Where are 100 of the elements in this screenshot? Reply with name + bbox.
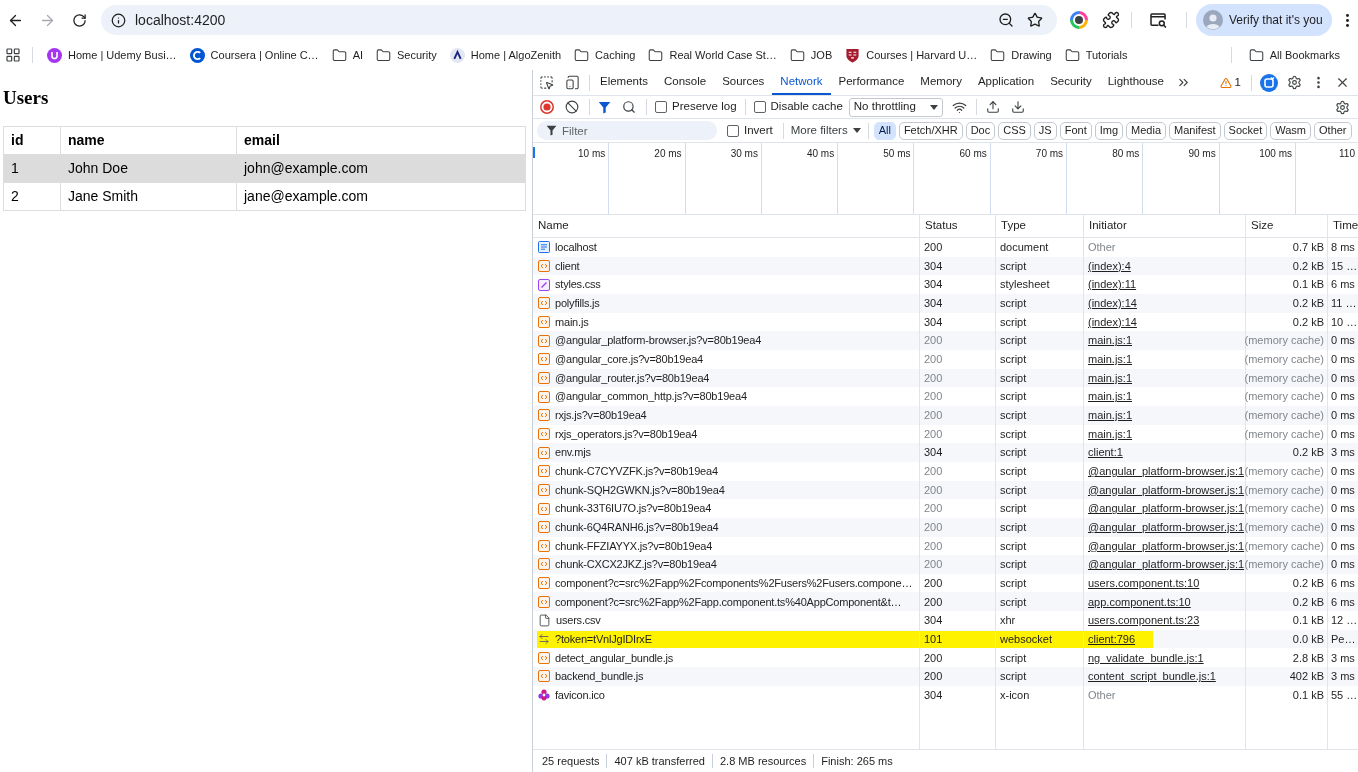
devtools-tab[interactable]: Sources xyxy=(714,70,773,95)
initiator-link[interactable]: @angular_platform-browser.js:1 xyxy=(1088,500,1245,517)
checkbox-label[interactable]: Preserve log xyxy=(672,98,737,116)
bookmark-link[interactable]: Caching xyxy=(595,46,636,64)
request-name[interactable]: @angular_common_http.js?v=80b19ea4 xyxy=(555,388,747,405)
upload-icon[interactable] xyxy=(985,100,1000,114)
initiator-link[interactable]: (index):14 xyxy=(1088,295,1137,312)
request-name[interactable]: chunk-FFZIAYYX.js?v=80b19ea4 xyxy=(555,537,713,555)
bookmark-link[interactable]: Tutorials xyxy=(1085,46,1128,64)
type-filter-button[interactable]: Socket xyxy=(1223,121,1268,140)
zoom-out-icon[interactable] xyxy=(998,12,1014,28)
initiator-link[interactable]: main.js:1 xyxy=(1088,351,1133,368)
request-name[interactable]: @angular_core.js?v=80b19ea4 xyxy=(555,351,703,368)
initiator-link[interactable]: @angular_platform-browser.js:1 xyxy=(1088,481,1245,499)
checkbox[interactable] xyxy=(655,101,667,113)
bookmark-link[interactable]: Real World Case St… xyxy=(669,46,777,64)
initiator-link[interactable]: @angular_platform-browser.js:1 xyxy=(1088,556,1245,573)
initiator-link[interactable]: client:1 xyxy=(1088,444,1123,461)
request-name[interactable]: component?c=src%2Fapp%2Fcomponents%2Fusers%2Fusers.compone… xyxy=(555,574,913,592)
request-row[interactable]: component?c=src%2Fapp%2Fapp.component.ts%40AppComponent&t… 200 script app.component.ts:10 0.2 kB 6 ms xyxy=(533,592,1358,612)
devtools-tab[interactable]: Application xyxy=(969,70,1043,95)
circle-slash-icon[interactable] xyxy=(565,100,579,114)
request-name[interactable]: styles.css xyxy=(555,276,601,293)
type-filter-button[interactable]: Doc xyxy=(965,121,996,140)
initiator-link[interactable]: client:796 xyxy=(1088,630,1136,648)
request-name[interactable]: chunk-SQH2GWKN.js?v=80b19ea4 xyxy=(555,481,725,499)
request-row[interactable]: @angular_platform-browser.js?v=80b19ea4 200 script main.js:1 (memory cache) 0 ms xyxy=(533,331,1358,350)
initiator-link[interactable]: main.js:1 xyxy=(1088,369,1133,387)
checkbox[interactable] xyxy=(753,101,766,113)
profile-button[interactable]: Verify that it's you xyxy=(1196,4,1332,36)
request-name[interactable]: client xyxy=(555,257,580,275)
type-filter-button[interactable]: Fetch/XHR xyxy=(898,121,963,140)
close-icon[interactable] xyxy=(1335,75,1350,90)
initiator-link[interactable]: main.js:1 xyxy=(1088,388,1133,405)
type-filter-button[interactable]: CSS xyxy=(998,121,1031,140)
devtools-tab[interactable]: Lighthouse xyxy=(1099,70,1172,95)
filter-field[interactable]: Filter xyxy=(537,121,717,140)
ring-icon[interactable] xyxy=(1070,11,1088,29)
request-name[interactable]: chunk-33T6IU7O.js?v=80b19ea4 xyxy=(555,500,712,517)
request-name[interactable]: @angular_platform-browser.js?v=80b19ea4 xyxy=(555,332,762,349)
square-disc-icon[interactable] xyxy=(1260,73,1278,92)
initiator-link[interactable]: main.js:1 xyxy=(1088,332,1133,349)
settings-icon[interactable] xyxy=(1287,75,1302,90)
initiator-link[interactable]: content_script_bundle.js:1 xyxy=(1088,668,1216,685)
column-header[interactable]: Name xyxy=(533,215,920,237)
bookmark-link[interactable]: Home | Udemy Busi… xyxy=(68,46,177,64)
initiator-link[interactable]: app.component.ts:10 xyxy=(1088,593,1191,611)
type-filter-button[interactable]: Other xyxy=(1314,121,1352,140)
reload-icon[interactable] xyxy=(71,12,87,28)
request-name[interactable]: polyfills.js xyxy=(555,295,600,312)
bookmark-link[interactable]: JOB xyxy=(810,46,833,64)
issues-button[interactable]: 1 xyxy=(1219,73,1241,92)
request-name[interactable]: chunk-CXCX2JKZ.js?v=80b19ea4 xyxy=(555,556,717,573)
column-header[interactable]: Time xyxy=(1328,215,1358,237)
devtools-tab[interactable]: Elements xyxy=(592,70,656,95)
settings-icon[interactable] xyxy=(1335,99,1350,115)
checkbox-label[interactable]: Disable cache xyxy=(770,98,843,116)
bookmark-link[interactable]: Courses | Harvard U… xyxy=(866,46,978,64)
checkbox-label[interactable]: Invert xyxy=(744,121,773,140)
search-icon[interactable] xyxy=(622,100,636,114)
initiator-link[interactable]: (index):14 xyxy=(1088,313,1137,331)
type-filter-button[interactable]: Wasm xyxy=(1270,121,1311,140)
request-name[interactable]: favicon.ico xyxy=(555,686,605,704)
type-filter-button[interactable]: JS xyxy=(1033,121,1057,140)
request-row[interactable]: chunk-CXCX2JKZ.js?v=80b19ea4 200 script @angular_platform-browser.js:1(memory cache) 0 ms xyxy=(533,555,1358,574)
request-name[interactable]: env.mjs xyxy=(555,444,591,461)
request-name[interactable]: @angular_router.js?v=80b19ea4 xyxy=(555,369,710,387)
request-name[interactable]: rxjs_operators.js?v=80b19ea4 xyxy=(555,425,698,443)
bookmark-link[interactable]: Home | AlgoZenith xyxy=(470,46,562,64)
bookmark-link[interactable]: Security xyxy=(397,46,437,64)
address-bar[interactable]: localhost:4200 xyxy=(101,5,1057,35)
request-name[interactable]: chunk-6Q4RANH6.js?v=80b19ea4 xyxy=(555,518,719,536)
column-header[interactable]: Status xyxy=(920,215,996,237)
checkbox[interactable] xyxy=(727,124,739,137)
request-name[interactable]: localhost xyxy=(555,239,597,256)
initiator-link[interactable]: main.js:1 xyxy=(1088,425,1133,443)
initiator-link[interactable]: (index):4 xyxy=(1088,257,1131,275)
request-name[interactable]: users.csv xyxy=(556,612,601,629)
type-filter-button[interactable]: Media xyxy=(1126,121,1167,140)
devtools-tab[interactable]: Memory xyxy=(912,70,970,95)
initiator-link[interactable]: ng_validate_bundle.js:1 xyxy=(1088,649,1204,666)
request-name[interactable]: detect_angular_bundle.js xyxy=(555,649,674,666)
throttling-select[interactable]: No throttling xyxy=(848,97,943,117)
bookmark-link[interactable]: Drawing xyxy=(1011,46,1052,64)
info-icon[interactable] xyxy=(111,12,126,28)
type-filter-button[interactable]: Img xyxy=(1094,121,1124,140)
bookmark-link[interactable]: AI xyxy=(352,46,364,64)
bookmark-link[interactable]: Coursera | Online C… xyxy=(210,46,319,64)
funnel-icon[interactable] xyxy=(598,100,611,114)
column-header[interactable]: Initiator xyxy=(1084,215,1246,237)
column-header[interactable]: Size xyxy=(1246,215,1328,237)
dashed-pointer-icon[interactable] xyxy=(539,75,554,90)
request-name[interactable]: component?c=src%2Fapp%2Fapp.component.ts%40AppComponent&t… xyxy=(555,593,902,611)
download-icon[interactable] xyxy=(1010,100,1025,114)
type-filter-button[interactable]: Font xyxy=(1059,121,1092,140)
initiator-link[interactable]: @angular_platform-browser.js:1 xyxy=(1088,518,1245,536)
type-filter-button[interactable]: All xyxy=(873,121,896,140)
request-row[interactable]: backend_bundle.js 200 script content_script_bundle.js:1 402 kB 3 ms xyxy=(533,667,1358,686)
more-filters-button[interactable]: More filters xyxy=(790,121,861,140)
devices-icon[interactable] xyxy=(565,75,580,90)
